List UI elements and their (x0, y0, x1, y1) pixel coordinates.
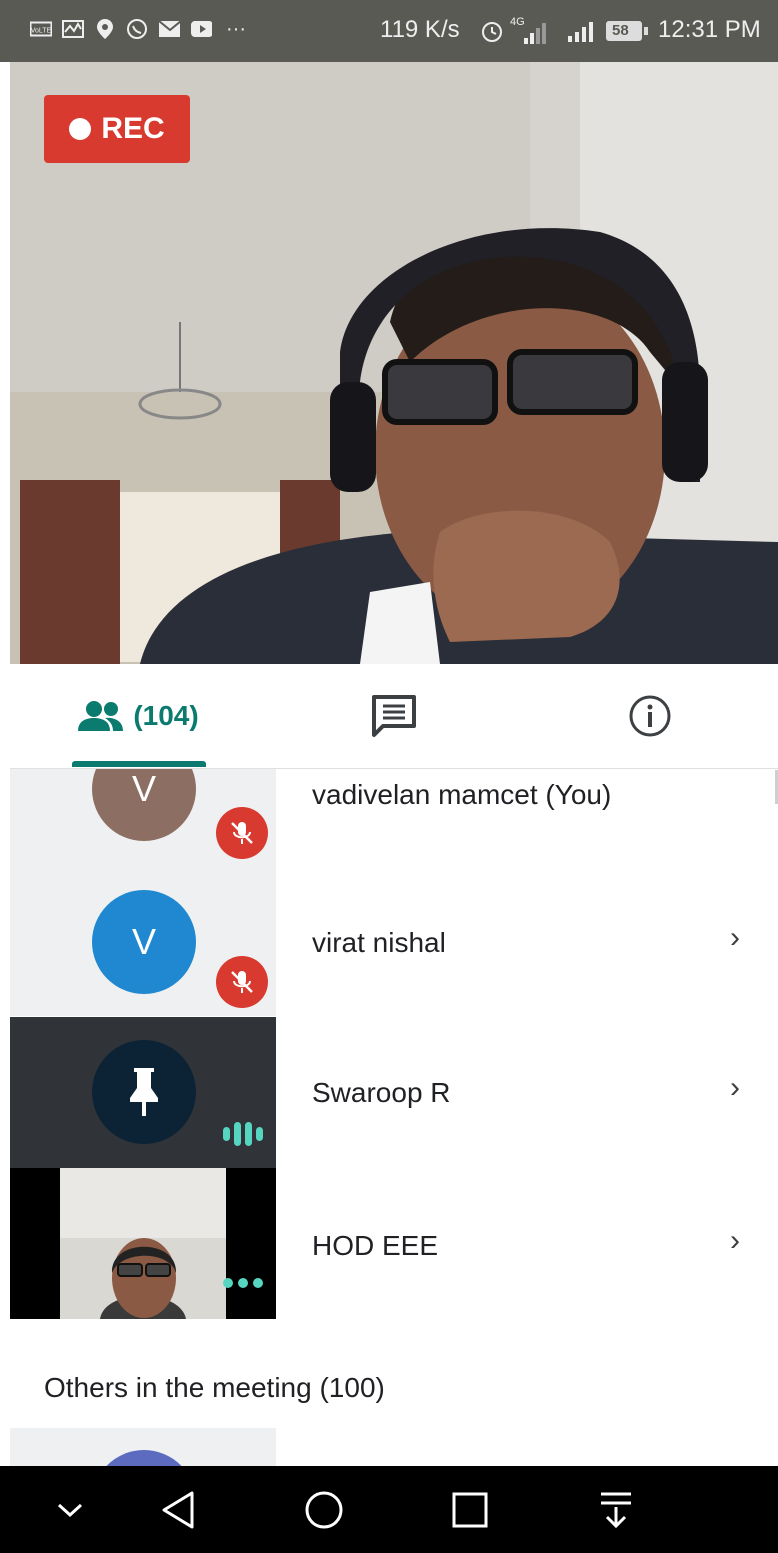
recents-button[interactable] (430, 1466, 510, 1553)
people-icon (78, 701, 124, 731)
back-icon (162, 1491, 194, 1528)
participant-row[interactable]: Swaroop R › (10, 1017, 778, 1168)
participant-row[interactable]: HOD EEE › (10, 1168, 778, 1319)
chevron-right-icon: › (730, 1224, 740, 1257)
svg-text:VoLTE: VoLTE (31, 28, 52, 35)
battery-level: 58 (612, 22, 629, 39)
activity-icon (62, 18, 84, 40)
battery-icon: 58 (606, 21, 650, 43)
alarm-icon (480, 19, 504, 48)
clock: 12:31 PM (658, 16, 761, 43)
participant-name: Swaroop R (312, 1077, 451, 1108)
signal-icon (566, 22, 598, 49)
participant-thumbnail (10, 1428, 276, 1466)
collapse-chevron-icon[interactable] (30, 1466, 110, 1553)
notification-pull-button[interactable] (576, 1466, 656, 1553)
more-notifications-icon: ··· (226, 17, 246, 40)
home-button[interactable] (284, 1466, 364, 1553)
chevron-right-icon: › (730, 921, 740, 954)
home-icon (305, 1491, 343, 1528)
tab-chat[interactable] (266, 664, 522, 768)
rec-label: REC (101, 112, 165, 145)
tab-info[interactable] (522, 664, 778, 768)
mobile-data-icon: 4G (508, 16, 548, 46)
network-speed: 119 K/s (380, 16, 460, 43)
youtube-icon (190, 18, 212, 40)
participant-row[interactable]: virat nishal › (10, 869, 778, 1016)
back-button[interactable] (138, 1466, 218, 1553)
mail-icon (158, 18, 180, 40)
status-bar: VoLTE ··· 119 K/s 4G 58 12:31 PM (0, 0, 778, 62)
others-section-header: Others in the meeting (100) (44, 1372, 385, 1403)
participant-name: HOD EEE (312, 1230, 439, 1261)
volte-icon: VoLTE (30, 18, 52, 40)
tab-people[interactable]: (104) (10, 664, 266, 768)
whatsapp-icon (126, 18, 148, 40)
recording-indicator: REC (44, 95, 190, 163)
chat-icon (372, 695, 416, 737)
notification-pull-icon (601, 1492, 631, 1528)
avatar (92, 1450, 196, 1466)
people-count: (104) (133, 700, 199, 731)
status-notification-icons: VoLTE ··· (30, 18, 250, 40)
chevron-right-icon: › (730, 1071, 740, 1104)
participant-name: vadivelan mamcet (You) (312, 779, 612, 810)
active-tab-indicator (72, 761, 206, 767)
recents-icon (452, 1492, 488, 1527)
participant-name: virat nishal (312, 927, 446, 958)
meeting-tabs: (104) (10, 664, 778, 769)
participant-row[interactable]: vadivelan mamcet (You) (10, 769, 778, 869)
record-dot-icon (69, 118, 92, 140)
navigation-bar (0, 1466, 778, 1553)
location-icon (94, 18, 116, 40)
info-icon (629, 695, 671, 737)
